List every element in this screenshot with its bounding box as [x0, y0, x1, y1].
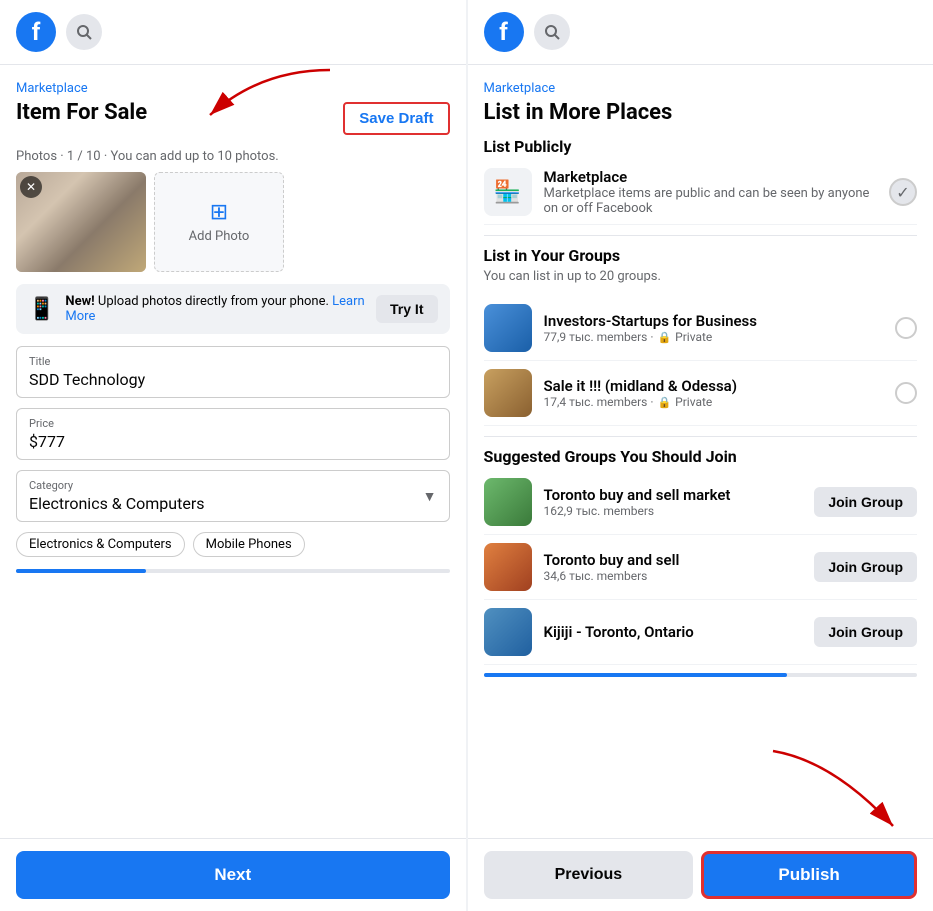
radio-circle[interactable]	[895, 317, 917, 339]
toronto2-join-action[interactable]: Join Group	[814, 552, 917, 582]
marketplace-item-text: Marketplace Marketplace items are public…	[544, 168, 878, 216]
toronto2-group-name: Toronto buy and sell	[544, 551, 803, 569]
add-photo-label: Add Photo	[189, 229, 250, 244]
investors-group-members: 77,9 тыс. members · 🔒 Private	[544, 330, 884, 344]
marketplace-list-item: 🏪 Marketplace Marketplace items are publ…	[484, 160, 918, 225]
search-button-left[interactable]	[66, 14, 102, 50]
investors-group-name: Investors-Startups for Business	[544, 312, 884, 330]
publish-button[interactable]: Publish	[701, 851, 917, 899]
save-draft-button[interactable]: Save Draft	[343, 102, 449, 135]
add-photo-icon: ⊞	[210, 200, 228, 225]
toronto1-join-action[interactable]: Join Group	[814, 487, 917, 517]
toronto2-group-members: 34,6 тыс. members	[544, 569, 803, 583]
list-groups-title: List in Your Groups	[484, 246, 918, 265]
kijiji-join-action[interactable]: Join Group	[814, 617, 917, 647]
previous-button[interactable]: Previous	[484, 851, 694, 899]
tag-chip[interactable]: Mobile Phones	[193, 532, 305, 557]
sale-group-text: Sale it !!! (midland & Odessa) 17,4 тыс.…	[544, 377, 884, 409]
marketplace-label-right: Marketplace	[484, 81, 918, 96]
right-panel-footer: Previous Publish	[468, 838, 933, 911]
try-it-button[interactable]: Try It	[376, 295, 437, 323]
investors-group-text: Investors-Startups for Business 77,9 тыс…	[544, 312, 884, 344]
toronto1-group-name: Toronto buy and sell market	[544, 486, 803, 504]
next-button[interactable]: Next	[16, 851, 450, 899]
title-field-label: Title	[29, 355, 437, 368]
sale-group-members: 17,4 тыс. members · 🔒 Private	[544, 395, 884, 409]
add-photo-button[interactable]: ⊞ Add Photo	[154, 172, 284, 272]
kijiji-group-name: Kijiji - Toronto, Ontario	[544, 623, 803, 641]
progress-fill-right	[484, 673, 787, 677]
group-item-sale: Sale it !!! (midland & Odessa) 17,4 тыс.…	[484, 361, 918, 426]
toronto1-group-members: 162,9 тыс. members	[544, 504, 803, 518]
marketplace-label-left: Marketplace	[16, 81, 450, 96]
divider-2	[484, 436, 918, 437]
chevron-down-icon: ▼	[423, 488, 437, 505]
suggested-groups-title: Suggested Groups You Should Join	[484, 447, 918, 466]
toronto1-group-text: Toronto buy and sell market 162,9 тыс. m…	[544, 486, 803, 518]
left-panel-footer: Next	[0, 838, 466, 911]
upload-banner-text: New! Upload photos directly from your ph…	[65, 294, 366, 324]
sale-group-name: Sale it !!! (midland & Odessa)	[544, 377, 884, 395]
suggested-group-toronto2: Toronto buy and sell 34,6 тыс. members J…	[484, 535, 918, 600]
tag-chip[interactable]: Electronics & Computers	[16, 532, 185, 557]
marketplace-item-desc: Marketplace items are public and can be …	[544, 186, 878, 216]
group-item-investors: Investors-Startups for Business 77,9 тыс…	[484, 296, 918, 361]
progress-bar-right	[484, 673, 918, 677]
progress-bar-left	[16, 569, 450, 573]
category-field[interactable]: Category Electronics & Computers ▼	[16, 470, 450, 522]
photo-thumbnail[interactable]: ✕	[16, 172, 146, 272]
kijiji-group-icon	[484, 608, 532, 656]
photos-label: Photos · 1 / 10 · You can add up to 10 p…	[16, 149, 450, 164]
page-title-right: List in More Places	[484, 100, 918, 125]
sale-group-radio[interactable]	[895, 382, 917, 404]
kijiji-group-text: Kijiji - Toronto, Ontario	[544, 623, 803, 641]
price-field-value: $777	[29, 432, 437, 451]
marketplace-store-icon: 🏪	[484, 168, 532, 216]
suggested-group-toronto1: Toronto buy and sell market 162,9 тыс. m…	[484, 470, 918, 535]
learn-more-link[interactable]: Learn More	[65, 294, 364, 324]
radio-circle-2[interactable]	[895, 382, 917, 404]
photo-close-icon[interactable]: ✕	[20, 176, 42, 198]
toronto2-group-icon	[484, 543, 532, 591]
marketplace-check-action: ✓	[889, 178, 917, 206]
photos-row: ✕ ⊞ Add Photo	[16, 172, 450, 272]
category-field-label: Category	[29, 479, 423, 492]
phone-icon: 📱	[28, 297, 55, 322]
investors-group-icon	[484, 304, 532, 352]
upload-banner: 📱 New! Upload photos directly from your …	[16, 284, 450, 334]
investors-group-radio[interactable]	[895, 317, 917, 339]
join-group-button-3[interactable]: Join Group	[814, 617, 917, 647]
facebook-logo-left: f	[16, 12, 56, 52]
price-field[interactable]: Price $777	[16, 408, 450, 460]
category-field-value: Electronics & Computers	[29, 494, 423, 513]
page-title-left: Item For Sale	[16, 100, 147, 125]
join-group-button-1[interactable]: Join Group	[814, 487, 917, 517]
list-groups-subtitle: You can list in up to 20 groups.	[484, 269, 918, 284]
toronto1-group-icon	[484, 478, 532, 526]
facebook-logo-right: f	[484, 12, 524, 52]
suggested-group-kijiji: Kijiji - Toronto, Ontario Join Group	[484, 600, 918, 665]
list-publicly-title: List Publicly	[484, 137, 918, 156]
price-field-label: Price	[29, 417, 437, 430]
toronto2-group-text: Toronto buy and sell 34,6 тыс. members	[544, 551, 803, 583]
tags-row: Electronics & Computers Mobile Phones	[16, 532, 450, 557]
progress-fill-left	[16, 569, 146, 573]
join-group-button-2[interactable]: Join Group	[814, 552, 917, 582]
marketplace-item-name: Marketplace	[544, 168, 878, 186]
sale-group-icon	[484, 369, 532, 417]
divider-1	[484, 235, 918, 236]
title-field[interactable]: Title SDD Technology	[16, 346, 450, 398]
title-field-value: SDD Technology	[29, 370, 437, 389]
search-button-right[interactable]	[534, 14, 570, 50]
check-icon: ✓	[889, 178, 917, 206]
